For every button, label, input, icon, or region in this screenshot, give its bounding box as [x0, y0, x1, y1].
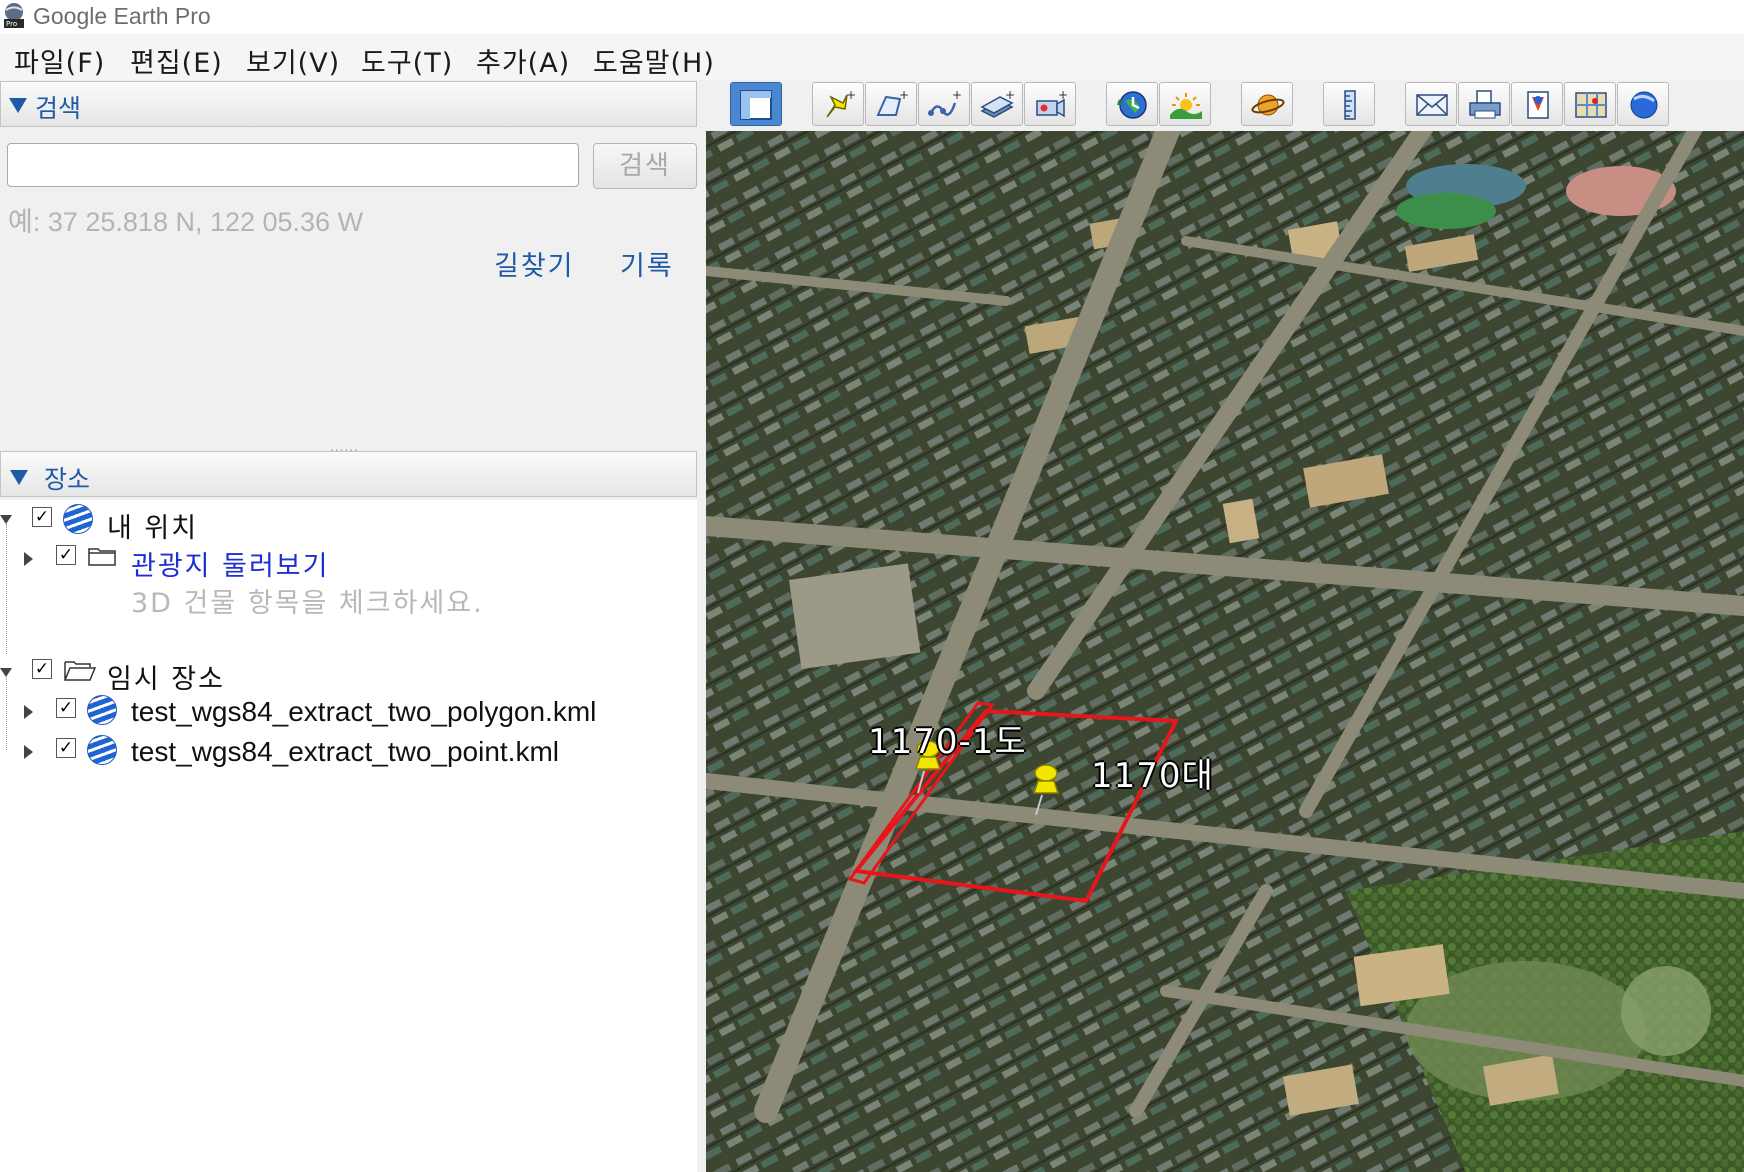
- view-in-maps-button[interactable]: [1564, 82, 1616, 126]
- historical-imagery-icon: [1117, 91, 1147, 119]
- add-path-button[interactable]: +: [918, 82, 970, 126]
- placemark-label-1170[interactable]: 1170대: [1091, 748, 1214, 797]
- earth-community-button[interactable]: [1617, 82, 1669, 126]
- search-hint: 예: 37 25.818 N, 122 05.36 W: [8, 207, 364, 237]
- search-panel-header[interactable]: 검색: [0, 81, 697, 127]
- my-places-label[interactable]: 내 위치: [107, 506, 198, 545]
- search-panel-title: 검색: [35, 94, 82, 123]
- google-earth-pro-app-icon: Pro: [4, 3, 24, 28]
- record-tour-button[interactable]: +: [1024, 82, 1076, 126]
- search-input[interactable]: [7, 143, 579, 187]
- view-in-maps-icon: [1575, 92, 1607, 118]
- polygon-icon: +: [876, 89, 909, 116]
- history-link[interactable]: 기록: [620, 244, 674, 283]
- title-bar: Pro Google Earth Pro: [0, 0, 1744, 34]
- menu-file[interactable]: 파일(F): [14, 41, 105, 80]
- placemark-label-1170-1[interactable]: 1170-1도: [868, 714, 1027, 763]
- places-panel-header[interactable]: 장소: [0, 451, 697, 497]
- tree-guide-line: [6, 670, 7, 750]
- point-kml-label[interactable]: test_wgs84_extract_two_point.kml: [131, 736, 559, 768]
- sidebar-toggle-icon: [740, 90, 772, 120]
- collapse-triangle-icon: [9, 98, 27, 113]
- svg-text:+: +: [1005, 89, 1015, 102]
- expand-right-icon[interactable]: [24, 705, 33, 719]
- planets-icon: [1251, 94, 1285, 116]
- folder-icon: [88, 548, 116, 566]
- collapse-triangle-icon: [10, 470, 28, 485]
- sunlight-icon: [1170, 93, 1202, 119]
- satellite-imagery: [706, 131, 1744, 1172]
- svg-text:+: +: [899, 89, 909, 102]
- directions-link[interactable]: 길찾기: [494, 244, 575, 283]
- window-title: Google Earth Pro: [33, 3, 211, 29]
- menu-tools[interactable]: 도구(T): [361, 41, 453, 80]
- save-image-button[interactable]: [1511, 82, 1563, 126]
- print-icon: [1469, 90, 1501, 119]
- svg-text:Pro: Pro: [6, 20, 17, 28]
- earth-icon: [63, 504, 93, 534]
- search-button[interactable]: 검색: [593, 143, 697, 189]
- add-image-overlay-button[interactable]: +: [971, 82, 1023, 126]
- temporary-places-checkbox[interactable]: ✓: [32, 659, 52, 679]
- menu-view[interactable]: 보기(V): [246, 41, 340, 80]
- places-panel-title: 장소: [44, 465, 91, 494]
- email-icon: [1416, 94, 1448, 116]
- planets-button[interactable]: [1241, 82, 1293, 126]
- toolbar: + + + + +: [704, 80, 1744, 130]
- earth-icon: [87, 735, 117, 765]
- earth-community-icon: [1630, 91, 1658, 119]
- print-button[interactable]: [1458, 82, 1510, 126]
- point-kml-checkbox[interactable]: ✓: [56, 738, 76, 758]
- svg-text:+: +: [952, 89, 962, 102]
- sunlight-button[interactable]: [1159, 82, 1211, 126]
- add-polygon-button[interactable]: +: [865, 82, 917, 126]
- expand-down-icon[interactable]: [0, 668, 12, 677]
- map-view[interactable]: 1170-1도 1170대: [706, 131, 1744, 1172]
- ruler-button[interactable]: [1323, 82, 1375, 126]
- image-overlay-icon: +: [980, 89, 1015, 118]
- expand-down-icon[interactable]: [0, 515, 12, 524]
- ruler-icon: [1344, 90, 1356, 120]
- polygon-kml-label[interactable]: test_wgs84_extract_two_polygon.kml: [131, 696, 596, 728]
- my-places-checkbox[interactable]: ✓: [32, 507, 52, 527]
- email-button[interactable]: [1405, 82, 1457, 126]
- sidebar-toggle-button[interactable]: [730, 82, 782, 126]
- polygon-kml-checkbox[interactable]: ✓: [56, 698, 76, 718]
- save-image-icon: [1527, 91, 1549, 119]
- svg-text:+: +: [846, 89, 856, 102]
- places-tree: ✓ 내 위치 ✓ 관광지 둘러보기 3D 건물 항목을 체크하세요. ✓ 임시 …: [0, 500, 697, 1172]
- earth-icon: [87, 695, 117, 725]
- record-tour-icon: +: [1036, 89, 1068, 118]
- sightseeing-checkbox[interactable]: ✓: [56, 545, 76, 565]
- sightseeing-hint: 3D 건물 항목을 체크하세요.: [131, 588, 484, 619]
- menu-add[interactable]: 추가(A): [476, 41, 570, 80]
- sightseeing-tour-link[interactable]: 관광지 둘러보기: [131, 544, 329, 583]
- menu-bar: 파일(F) 편집(E) 보기(V) 도구(T) 추가(A) 도움말(H): [0, 34, 1744, 80]
- open-folder-icon: [64, 661, 96, 681]
- tree-guide-line: [6, 524, 7, 654]
- historical-imagery-button[interactable]: [1106, 82, 1158, 126]
- add-placemark-button[interactable]: +: [812, 82, 864, 126]
- menu-edit[interactable]: 편집(E): [130, 41, 223, 80]
- expand-right-icon[interactable]: [24, 745, 33, 759]
- placemark-icon: +: [826, 89, 856, 118]
- path-icon: +: [928, 89, 962, 116]
- expand-right-icon[interactable]: [24, 552, 33, 566]
- menu-help[interactable]: 도움말(H): [593, 41, 715, 80]
- svg-text:+: +: [1058, 89, 1068, 102]
- temporary-places-label[interactable]: 임시 장소: [107, 657, 225, 696]
